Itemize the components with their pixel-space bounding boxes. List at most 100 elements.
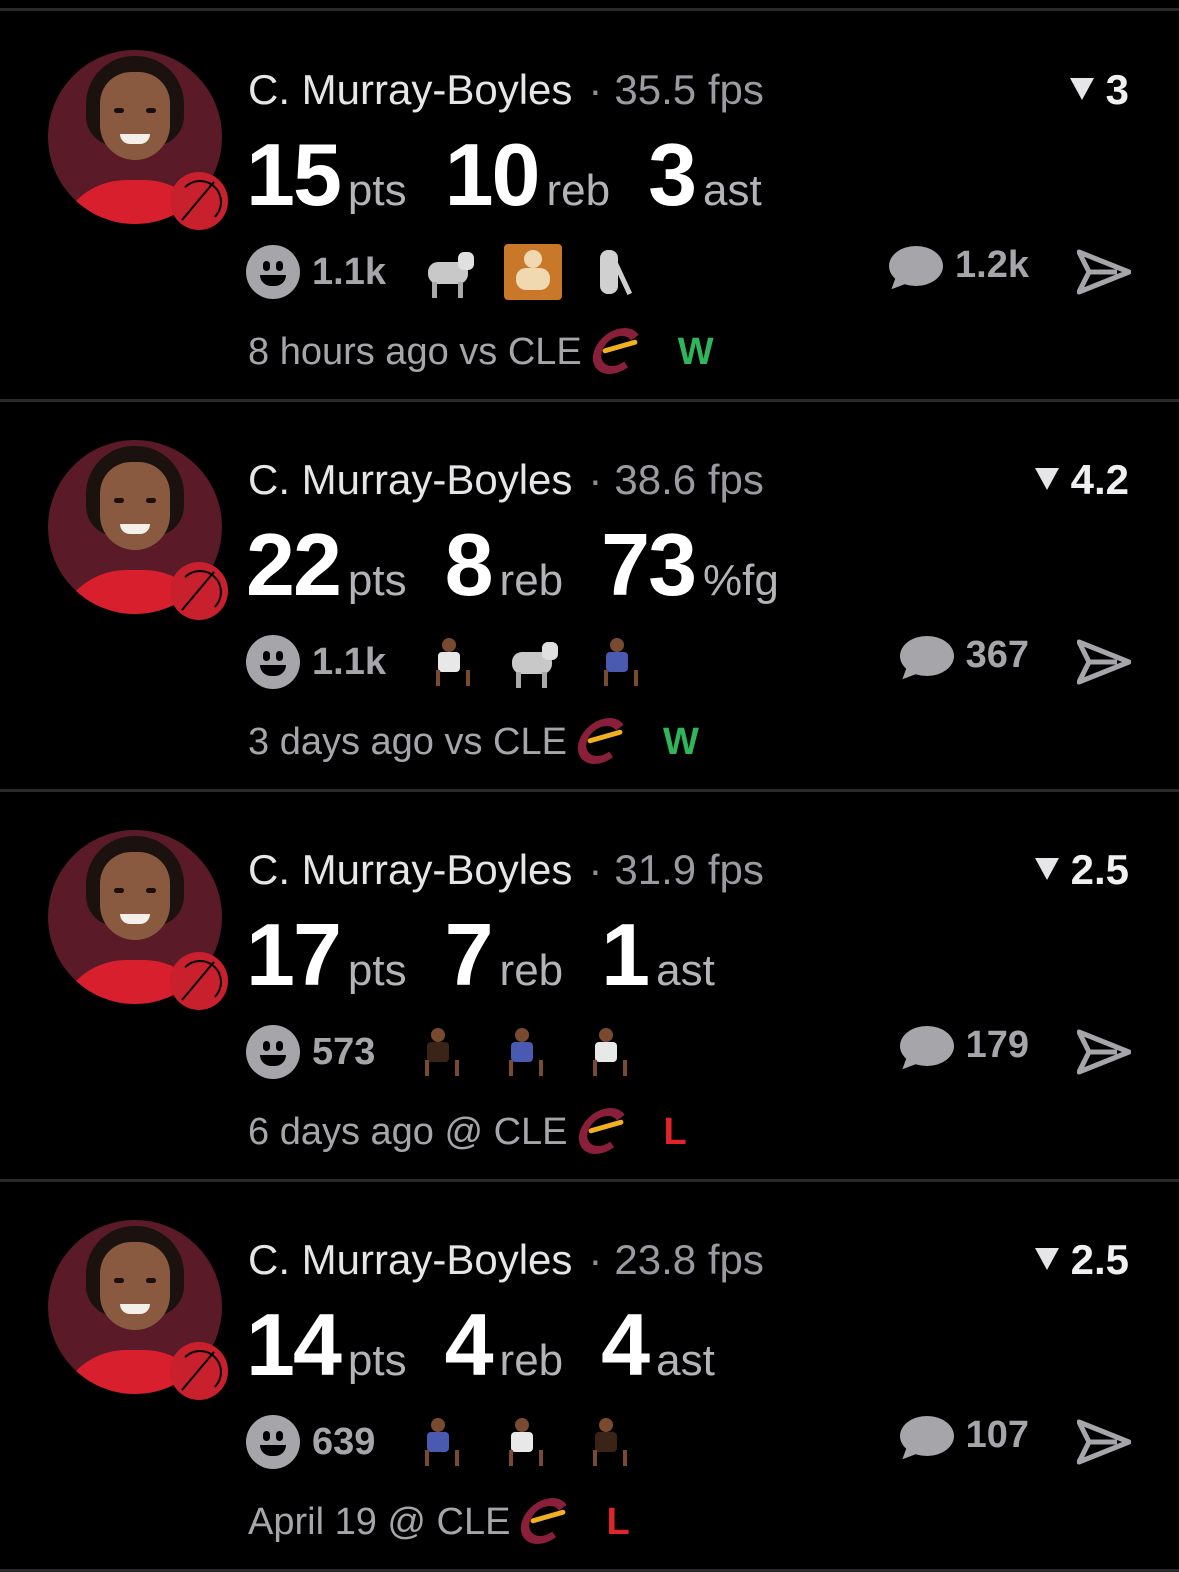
smiley-icon[interactable]	[246, 1025, 300, 1079]
stat-value: 14	[246, 1295, 342, 1394]
send-icon[interactable]	[1077, 1418, 1131, 1466]
player-emoji[interactable]	[588, 634, 646, 690]
cane-emoji[interactable]	[588, 244, 646, 300]
player-line[interactable]: C. Murray-Boyles · 31.9 fps	[248, 846, 764, 894]
vote-metric[interactable]: 4.2	[1034, 456, 1129, 504]
game-card[interactable]: C. Murray-Boyles · 38.6 fps 4.2 22 pts 8 reb 7…	[0, 402, 1179, 792]
comments-button[interactable]: 179	[899, 1024, 1029, 1080]
player-name[interactable]: C. Murray-Boyles	[248, 66, 572, 113]
comment-count: 107	[965, 1414, 1029, 1456]
game-info[interactable]: 6 days ago @ CLE L	[248, 1108, 687, 1154]
vote-metric[interactable]: 3	[1069, 66, 1129, 114]
send-icon[interactable]	[1077, 1028, 1131, 1076]
filter-triangle-icon	[1034, 468, 1059, 490]
player-emoji[interactable]	[493, 1024, 551, 1080]
separator: ·	[588, 66, 603, 113]
goat-emoji[interactable]	[504, 634, 562, 690]
player-emoji[interactable]	[577, 1024, 635, 1080]
cavaliers-logo-icon	[586, 328, 648, 374]
player-name[interactable]: C. Murray-Boyles	[248, 846, 572, 893]
vote-metric-value: 3	[1105, 66, 1129, 113]
fps-score: 35.5 fps	[614, 66, 764, 113]
game-result: W	[662, 721, 699, 763]
stat-unit: ast	[703, 166, 762, 215]
send-icon[interactable]	[1077, 638, 1131, 686]
filter-triangle-icon	[1069, 78, 1094, 100]
player-name[interactable]: C. Murray-Boyles	[248, 456, 572, 503]
stat-value: 8	[444, 515, 494, 614]
game-info[interactable]: 3 days ago vs CLE W	[248, 718, 699, 764]
stat-line: 14 pts 4 reb 4 ast	[246, 1294, 753, 1396]
separator: ·	[588, 1236, 603, 1283]
comments-button[interactable]: 107	[899, 1414, 1029, 1470]
player-emoji[interactable]	[409, 1414, 467, 1470]
comment-bubble-icon	[899, 635, 954, 676]
stat-unit: %fg	[703, 556, 779, 605]
cavaliers-logo-icon	[572, 1108, 634, 1154]
stat-reb: 10 reb	[445, 124, 610, 226]
smiley-icon[interactable]	[246, 245, 300, 299]
stat-ast: 4 ast	[601, 1294, 715, 1396]
player-emoji[interactable]	[577, 1414, 635, 1470]
game-result: L	[606, 1501, 630, 1543]
game-result: L	[663, 1111, 687, 1153]
stat-line: 22 pts 8 reb 73 %fg	[246, 514, 817, 616]
comment-bubble-icon	[889, 245, 944, 286]
top-divider	[0, 8, 1179, 11]
player-emoji[interactable]	[409, 1024, 467, 1080]
cavaliers-logo-icon	[571, 718, 633, 764]
cavaliers-logo-icon	[514, 1498, 576, 1544]
stat-pts: 22 pts	[246, 514, 407, 616]
player-line[interactable]: C. Murray-Boyles · 35.5 fps	[248, 66, 764, 114]
stat-reb: 4 reb	[445, 1294, 564, 1396]
filter-triangle-icon	[1034, 858, 1059, 880]
stat-value: 7	[444, 905, 494, 1004]
send-icon[interactable]	[1077, 248, 1131, 296]
stat-unit: reb	[546, 166, 611, 215]
stat-value: 10	[444, 125, 541, 224]
comment-count: 367	[965, 634, 1029, 676]
player-line[interactable]: C. Murray-Boyles · 38.6 fps	[248, 456, 764, 504]
stat-unit: pts	[347, 166, 407, 215]
game-info[interactable]: April 19 @ CLE L	[248, 1498, 630, 1544]
game-card[interactable]: C. Murray-Boyles · 31.9 fps 2.5 17 pts 7 reb 1…	[0, 792, 1179, 1182]
game-card[interactable]: C. Murray-Boyles · 35.5 fps 3 15 pts 10 reb 3 a…	[0, 12, 1179, 402]
smiley-icon[interactable]	[246, 1415, 300, 1469]
stat-fg: 73 %fg	[601, 514, 779, 616]
fps-score: 23.8 fps	[614, 1236, 764, 1283]
goat-emoji[interactable]	[420, 244, 478, 300]
stat-unit: reb	[499, 1336, 564, 1385]
vote-metric[interactable]: 2.5	[1034, 846, 1129, 894]
reactions[interactable]: 573	[246, 1024, 661, 1080]
player-line[interactable]: C. Murray-Boyles · 23.8 fps	[248, 1236, 764, 1284]
reaction-count: 639	[312, 1420, 376, 1463]
separator: ·	[588, 456, 603, 503]
comments-button[interactable]: 367	[899, 634, 1029, 690]
reactions[interactable]: 1.1k	[246, 634, 672, 690]
reactions[interactable]: 639	[246, 1414, 661, 1470]
player-emoji[interactable]	[493, 1414, 551, 1470]
reaction-count: 1.1k	[312, 250, 386, 293]
game-time-opponent: 6 days ago @ CLE	[248, 1111, 568, 1153]
fps-score: 38.6 fps	[614, 456, 764, 503]
game-card[interactable]: C. Murray-Boyles · 23.8 fps 2.5 14 pts 4 reb 4…	[0, 1182, 1179, 1572]
stat-value: 4	[601, 1295, 650, 1394]
stat-unit: ast	[656, 946, 715, 995]
reaction-count: 573	[312, 1030, 376, 1073]
stat-value: 17	[246, 905, 342, 1004]
baby-emoji[interactable]	[503, 244, 562, 300]
player-name[interactable]: C. Murray-Boyles	[248, 1236, 572, 1283]
stat-unit: pts	[347, 556, 407, 605]
stat-reb: 7 reb	[445, 904, 564, 1006]
game-info[interactable]: 8 hours ago vs CLE W	[248, 328, 714, 374]
stat-unit: ast	[656, 1336, 715, 1385]
smiley-icon[interactable]	[246, 635, 300, 689]
vote-metric[interactable]: 2.5	[1034, 1236, 1129, 1284]
reactions[interactable]: 1.1k	[246, 244, 672, 300]
player-emoji[interactable]	[420, 634, 478, 690]
stat-reb: 8 reb	[445, 514, 564, 616]
team-badge-icon	[170, 562, 228, 620]
comments-button[interactable]: 1.2k	[889, 244, 1029, 300]
comment-count: 179	[965, 1024, 1029, 1066]
separator: ·	[588, 846, 603, 893]
